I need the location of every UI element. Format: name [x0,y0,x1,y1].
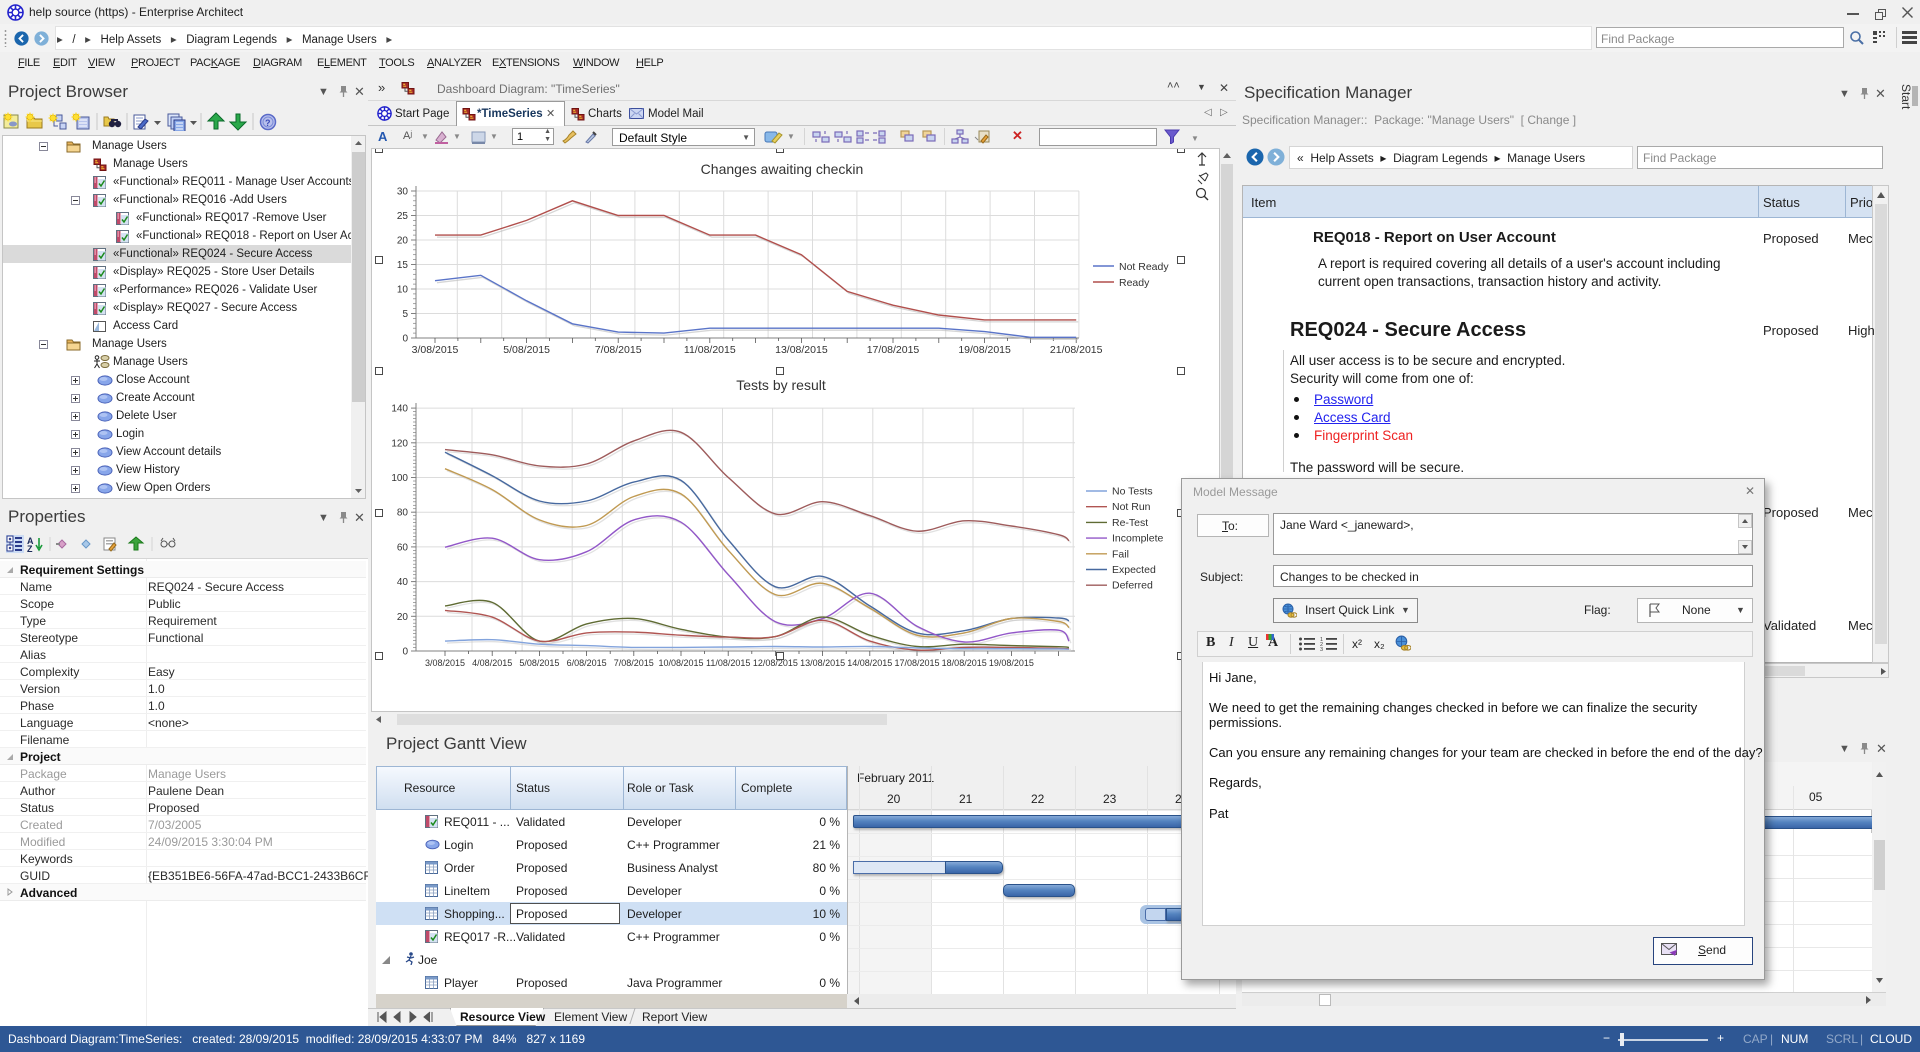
svg-text:10/08/2015: 10/08/2015 [658,658,703,668]
svg-text:25: 25 [397,211,409,222]
svg-text:20: 20 [397,236,409,247]
svg-text:No Tests: No Tests [1112,486,1153,498]
svg-text:3/08/2015: 3/08/2015 [425,658,465,668]
svg-text:3: 3 [1320,647,1323,651]
svg-text:Expected: Expected [1112,564,1156,576]
svg-text:Re-Test: Re-Test [1112,517,1148,529]
svg-text:Changes awaiting checkin: Changes awaiting checkin [701,161,864,177]
svg-text:5/08/2015: 5/08/2015 [503,344,550,356]
svg-text:6/08/2015: 6/08/2015 [567,658,607,668]
svg-text:30: 30 [397,187,409,198]
svg-text:60: 60 [397,542,409,553]
svg-text:Not Run: Not Run [1112,501,1151,513]
svg-text:18/08/2015: 18/08/2015 [942,658,987,668]
svg-text:13/08/2015: 13/08/2015 [775,344,828,356]
svg-text:5: 5 [402,309,408,320]
svg-text:17/08/2015: 17/08/2015 [894,658,939,668]
svg-text:Deferred: Deferred [1112,580,1153,592]
svg-text:21/08/2015: 21/08/2015 [1050,344,1103,356]
svg-text:3/08/2015: 3/08/2015 [412,344,459,356]
svg-text:140: 140 [391,404,408,415]
svg-text:11/08/2015: 11/08/2015 [706,658,750,668]
svg-text:5/08/2015: 5/08/2015 [519,658,559,668]
svg-text:17/08/2015: 17/08/2015 [867,344,920,356]
svg-text:0: 0 [402,334,408,345]
svg-text:0: 0 [402,647,408,658]
svg-text:14/08/2015: 14/08/2015 [847,658,892,668]
svg-text:100: 100 [391,473,408,484]
svg-text:10: 10 [397,285,409,296]
svg-text:20: 20 [397,612,409,623]
svg-text:19/08/2015: 19/08/2015 [989,658,1034,668]
svg-text:19/08/2015: 19/08/2015 [958,344,1011,356]
svg-text:40: 40 [397,577,409,588]
svg-text:?: ? [265,118,271,128]
svg-text:Tests by result: Tests by result [736,377,826,393]
svg-text:Incomplete: Incomplete [1112,533,1164,545]
svg-text:Fail: Fail [1112,548,1129,560]
svg-text:12/08/2015: 12/08/2015 [753,658,798,668]
svg-text:7/08/2015: 7/08/2015 [614,658,654,668]
svg-text:4/08/2015: 4/08/2015 [472,658,512,668]
svg-text:Ready: Ready [1119,277,1150,289]
svg-text:15: 15 [397,260,409,271]
svg-text:7/08/2015: 7/08/2015 [595,344,642,356]
svg-text:11/08/2015: 11/08/2015 [684,344,736,356]
svg-text:Z: Z [27,544,33,553]
svg-text:80: 80 [397,508,409,519]
svg-text:Not Ready: Not Ready [1119,261,1169,273]
svg-text:120: 120 [391,438,408,449]
svg-text:13/08/2015: 13/08/2015 [800,658,845,668]
